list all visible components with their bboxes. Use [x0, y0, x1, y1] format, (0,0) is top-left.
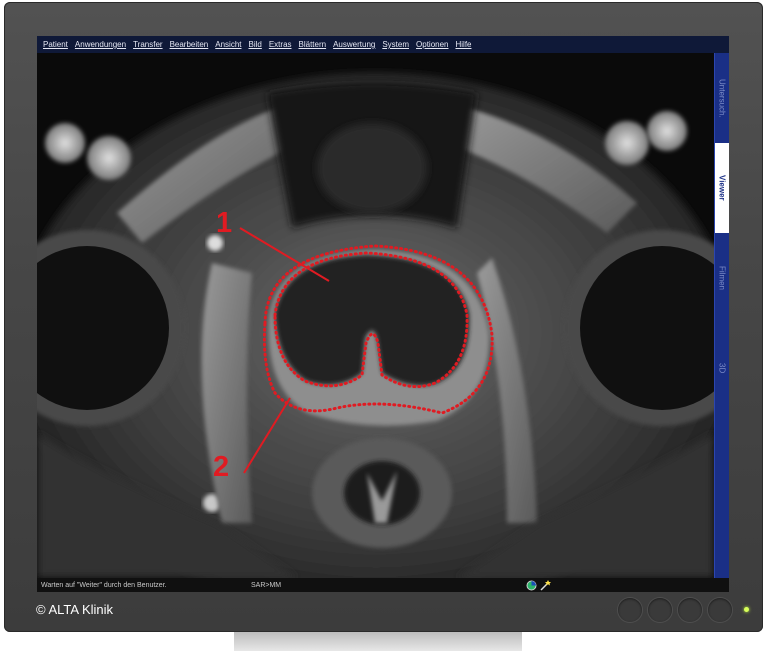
status-user: SAR>MM	[251, 581, 282, 589]
side-tab-filmen[interactable]: Filmen	[715, 233, 729, 323]
side-tab-viewer[interactable]: Viewer	[715, 143, 729, 233]
menu-optionen[interactable]: Optionen	[416, 40, 448, 49]
screen: Patient Anwendungen Transfer Bearbeiten …	[37, 36, 729, 592]
menu-auswertung[interactable]: Auswertung	[333, 40, 375, 49]
annotation-label-2: 2	[213, 451, 230, 483]
menu-extras[interactable]: Extras	[269, 40, 292, 49]
annotation-label-1: 1	[216, 207, 233, 239]
menu-blaettern[interactable]: Blättern	[299, 40, 327, 49]
side-tab-untersuch[interactable]: Untersuch.	[715, 53, 729, 143]
magic-wand-icon[interactable]	[540, 579, 552, 591]
side-tab-bar: Untersuch. Viewer Filmen 3D	[714, 53, 729, 578]
menu-system[interactable]: System	[382, 40, 409, 49]
power-led-icon	[744, 607, 749, 612]
mri-image-viewport[interactable]: 1 2	[37, 53, 714, 578]
monitor-button-1[interactable]	[618, 598, 642, 622]
copyright-watermark: © ALTA Klinik	[36, 602, 114, 617]
monitor-button-2[interactable]	[648, 598, 672, 622]
side-tab-3d[interactable]: 3D	[715, 323, 729, 413]
menu-ansicht[interactable]: Ansicht	[215, 40, 241, 49]
monitor: Patient Anwendungen Transfer Bearbeiten …	[0, 0, 767, 651]
status-bar: Warten auf "Weiter" durch den Benutzer. …	[37, 578, 729, 592]
progress-circle-icon[interactable]	[526, 580, 537, 591]
monitor-button-3[interactable]	[678, 598, 702, 622]
menu-bild[interactable]: Bild	[249, 40, 262, 49]
menu-hilfe[interactable]: Hilfe	[455, 40, 471, 49]
menu-anwendungen[interactable]: Anwendungen	[75, 40, 126, 49]
monitor-buttons	[618, 598, 732, 622]
monitor-button-4[interactable]	[708, 598, 732, 622]
mri-image	[37, 53, 714, 578]
menu-transfer[interactable]: Transfer	[133, 40, 163, 49]
menu-patient[interactable]: Patient	[43, 40, 68, 49]
status-message: Warten auf "Weiter" durch den Benutzer.	[41, 581, 167, 589]
status-icons	[526, 579, 552, 591]
menu-bar: Patient Anwendungen Transfer Bearbeiten …	[37, 36, 729, 53]
menu-bearbeiten[interactable]: Bearbeiten	[170, 40, 209, 49]
monitor-stand	[234, 632, 522, 651]
